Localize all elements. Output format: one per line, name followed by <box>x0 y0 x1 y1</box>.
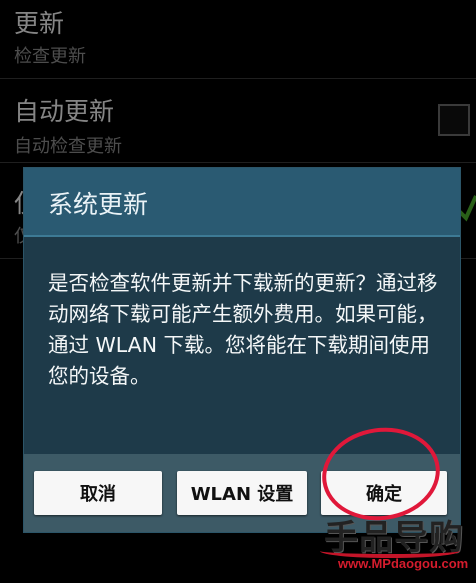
wlan-settings-button[interactable]: WLAN 设置 <box>177 471 307 515</box>
dialog-title: 系统更新 <box>48 190 149 219</box>
dialog-message: 是否检查软件更新并下载新的更新？通过移动网络下载可能产生额外费用。如果可能，通过… <box>48 271 438 388</box>
watermark-url: www.MPdaogou.com <box>338 556 469 571</box>
watermark: 手品导购 www.MPdaogou.com <box>306 510 472 580</box>
dialog-title-bar: 系统更新 <box>24 168 460 235</box>
dialog-title-divider <box>24 235 460 237</box>
cancel-button[interactable]: 取消 <box>34 471 162 515</box>
